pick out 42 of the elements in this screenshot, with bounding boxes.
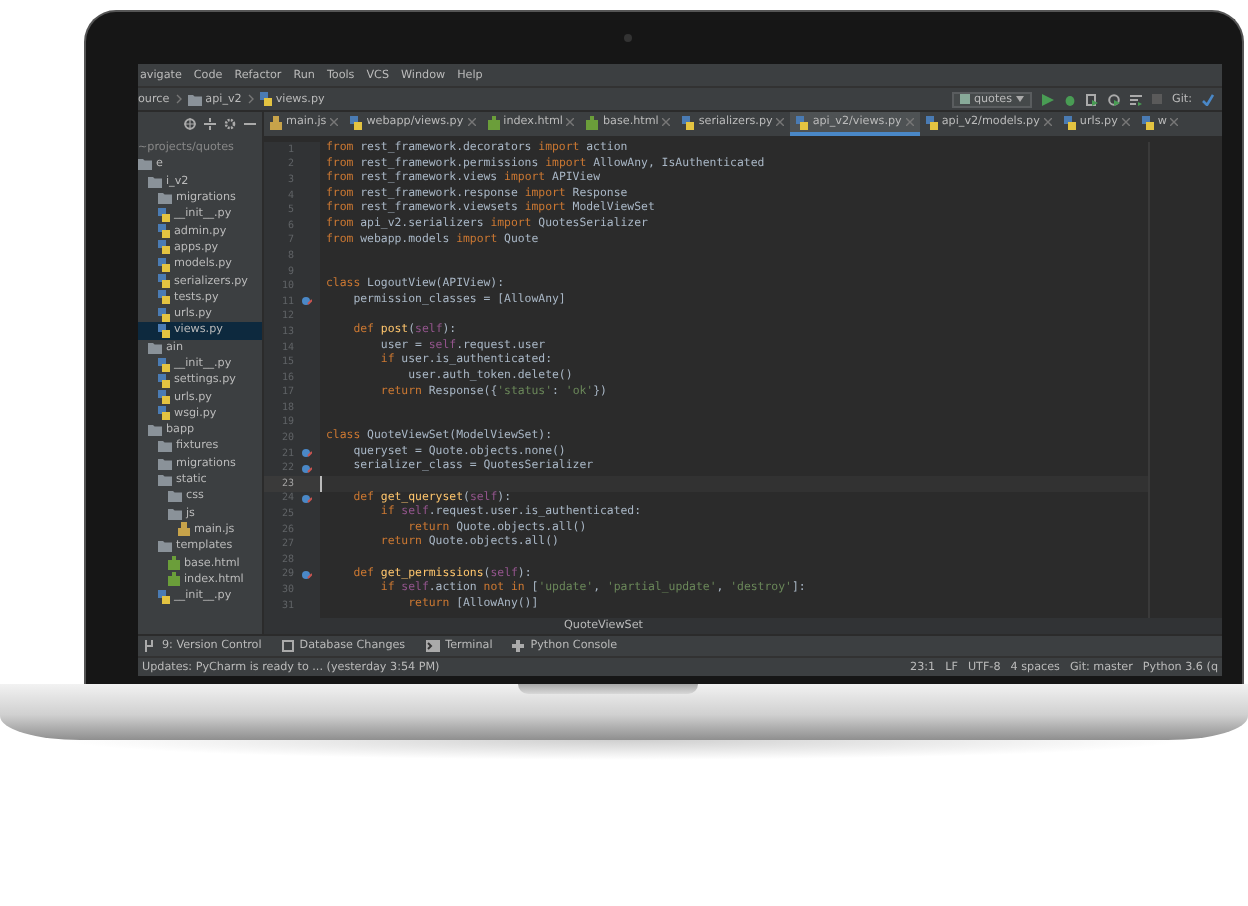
close-icon[interactable] xyxy=(1043,118,1052,126)
python-file-icon xyxy=(259,92,272,106)
branch-icon xyxy=(144,640,156,652)
run-icon[interactable] xyxy=(1042,93,1055,105)
coverage-icon[interactable] xyxy=(1086,93,1099,105)
close-icon[interactable] xyxy=(905,118,914,126)
python-file-icon xyxy=(1063,115,1076,129)
folder-icon xyxy=(187,93,202,105)
minimize-icon[interactable] xyxy=(244,118,256,130)
close-icon[interactable] xyxy=(662,118,671,126)
override-icon[interactable] xyxy=(302,569,312,580)
override-icon[interactable] xyxy=(302,296,312,307)
checkmark-icon[interactable] xyxy=(1202,93,1214,105)
html-file-icon xyxy=(586,115,599,129)
target-icon[interactable] xyxy=(184,118,196,130)
html-file-icon xyxy=(487,115,500,129)
close-icon[interactable] xyxy=(330,118,339,126)
override-icon[interactable] xyxy=(302,493,312,504)
chevron-icon xyxy=(175,94,182,104)
override-icon[interactable] xyxy=(302,448,312,459)
js-file-icon xyxy=(178,522,190,537)
python-file-icon xyxy=(925,115,938,129)
config-icon xyxy=(959,94,970,104)
close-icon[interactable] xyxy=(776,118,785,126)
override-icon[interactable] xyxy=(302,463,312,474)
database-icon xyxy=(281,640,294,652)
caret-icon xyxy=(1016,96,1025,102)
tasks-icon[interactable] xyxy=(1130,93,1143,105)
close-icon[interactable] xyxy=(1170,118,1179,126)
chevron-icon xyxy=(247,94,254,104)
close-icon[interactable] xyxy=(566,118,575,126)
close-icon[interactable] xyxy=(467,118,476,126)
python-file-icon xyxy=(158,589,170,604)
folder-icon xyxy=(158,540,172,553)
profile-icon[interactable] xyxy=(1108,93,1121,105)
settings-icon[interactable] xyxy=(224,118,236,130)
js-file-icon xyxy=(270,115,282,129)
python-file-icon xyxy=(682,115,695,129)
python-file-icon xyxy=(796,115,809,129)
close-icon[interactable] xyxy=(1121,118,1130,126)
python-file-icon xyxy=(1141,115,1154,129)
python-file-icon xyxy=(350,115,363,129)
